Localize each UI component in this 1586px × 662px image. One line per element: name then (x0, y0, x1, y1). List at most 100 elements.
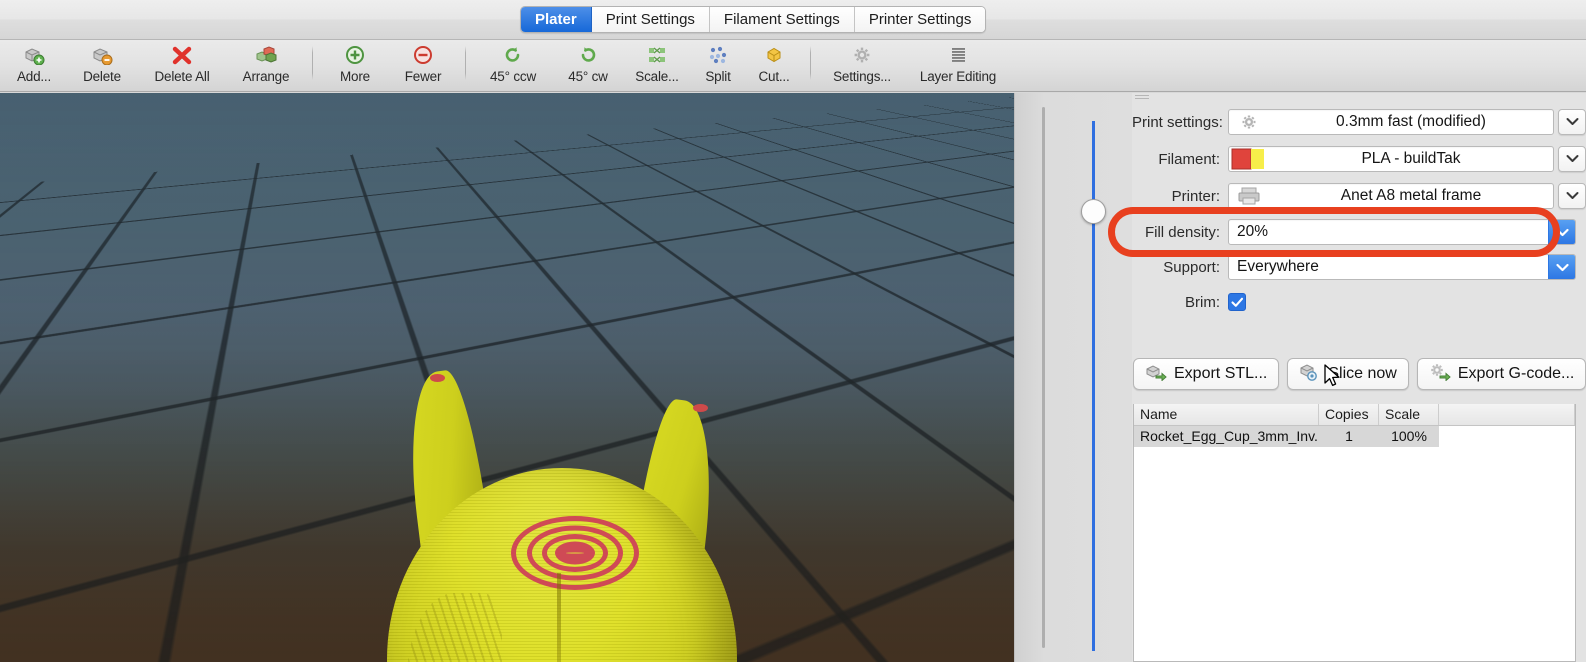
toolbar-button-scale[interactable]: Scale... (624, 40, 690, 90)
model-ear-tip-right (693, 404, 708, 412)
tab-filament-settings-label: Filament Settings (723, 11, 840, 28)
toolbar-button-delete[interactable]: Delete (68, 40, 136, 90)
tab-print-settings-label: Print Settings (605, 11, 695, 28)
print-settings-dropdown-button[interactable] (1558, 109, 1586, 135)
tab-printer-settings-label: Printer Settings (868, 11, 972, 28)
toolbar-button-delete-all[interactable]: Delete All (136, 40, 228, 90)
column-header-copies[interactable]: Copies (1319, 404, 1379, 425)
add-object-icon (23, 44, 45, 66)
slic3r-window: Plater Print Settings Filament Settings … (0, 0, 1586, 662)
gear-icon (851, 44, 873, 66)
column-header-name[interactable]: Name (1134, 404, 1319, 425)
export-gcode-icon (1429, 363, 1451, 386)
toolbar-button-add-label: Add... (16, 69, 52, 84)
export-stl-label: Export STL... (1174, 365, 1268, 382)
support-row: Support: Everywhere (1132, 251, 1586, 283)
toolbar-button-delete-label: Delete (83, 69, 121, 84)
toolbar-button-rotate-ccw-label: 45° ccw (489, 69, 536, 84)
support-dropdown-button[interactable] (1548, 255, 1575, 279)
arrange-icon (255, 44, 277, 66)
table-row[interactable]: Rocket_Egg_Cup_3mm_Inv... 1 100% (1134, 426, 1575, 447)
toolbar-separator-3 (810, 46, 811, 80)
model-object[interactable] (345, 358, 775, 662)
column-header-scale[interactable]: Scale (1379, 404, 1439, 425)
column-header-extra[interactable] (1439, 404, 1575, 425)
filament-label: Filament: (1158, 150, 1220, 168)
tab-plater[interactable]: Plater (521, 7, 592, 32)
toolbar-button-rotate-cw-label: 45° cw (568, 69, 608, 84)
tab-filament-settings[interactable]: Filament Settings (709, 7, 855, 32)
layer-slider-panel[interactable] (1014, 93, 1132, 662)
model-ear-tip-left (430, 374, 445, 382)
toolbar-button-settings[interactable]: Settings... (819, 40, 905, 90)
main-toolbar: Add... Delete Delete All Arrange More Fe… (0, 40, 1586, 92)
print-settings-label: Print settings: (1132, 113, 1223, 131)
toolbar-separator-1 (312, 46, 313, 80)
chevron-down-icon (1566, 150, 1579, 168)
fill-density-label: Fill density: (1144, 223, 1220, 241)
tab-printer-settings[interactable]: Printer Settings (854, 7, 986, 32)
layer-slider-handle[interactable] (1081, 199, 1106, 224)
toolbar-button-rotate-cw[interactable]: 45° cw (552, 40, 624, 90)
fill-density-combo[interactable]: 20% (1228, 219, 1576, 245)
brim-checkbox[interactable] (1228, 293, 1246, 311)
support-combo[interactable]: Everywhere (1228, 254, 1576, 280)
panel-grip-icon[interactable] (1135, 94, 1149, 99)
fill-density-row: Fill density: 20% (1132, 216, 1586, 248)
layers-icon (947, 44, 969, 66)
layer-slider-rail (1042, 107, 1045, 648)
fill-density-dropdown-button[interactable] (1548, 220, 1575, 244)
printer-combo[interactable]: Anet A8 metal frame (1228, 183, 1554, 209)
cell-name: Rocket_Egg_Cup_3mm_Inv... (1140, 428, 1319, 444)
tab-bar: Plater Print Settings Filament Settings … (0, 0, 1586, 40)
rotate-ccw-icon (502, 44, 524, 66)
toolbar-separator-2 (465, 46, 466, 80)
3d-viewport[interactable] (0, 93, 1014, 662)
printer-dropdown-button[interactable] (1558, 183, 1586, 209)
toolbar-button-arrange[interactable]: Arrange (228, 40, 304, 90)
delete-all-icon (171, 44, 193, 66)
chevron-down-icon (1566, 187, 1579, 205)
filament-combo[interactable]: PLA - buildTak (1228, 146, 1554, 172)
toolbar-button-more[interactable]: More (321, 40, 389, 90)
scale-icon (646, 44, 668, 66)
support-label: Support: (1163, 258, 1220, 276)
cell-scale: 100% (1391, 428, 1427, 444)
tab-plater-label: Plater (535, 11, 577, 28)
object-list-header: Name Copies Scale (1134, 404, 1575, 426)
plus-circle-icon (344, 44, 366, 66)
object-list-table[interactable]: Name Copies Scale Rocket_Egg_Cup_3mm_Inv… (1133, 404, 1576, 662)
toolbar-button-split[interactable]: Split (690, 40, 746, 90)
printer-row: Printer: Anet A8 metal frame (1132, 180, 1586, 212)
cut-icon (763, 44, 785, 66)
brim-row: Brim: (1132, 286, 1586, 318)
print-settings-value: 0.3mm fast (modified) (1336, 113, 1486, 130)
action-button-group: Export STL... Slice now Export G-code... (1133, 358, 1586, 390)
panel-splitter[interactable] (1122, 93, 1132, 662)
toolbar-button-more-label: More (340, 69, 370, 84)
export-gcode-label: Export G-code... (1457, 365, 1575, 382)
toolbar-button-arrange-label: Arrange (242, 69, 290, 84)
brim-label: Brim: (1185, 293, 1220, 311)
filament-value: PLA - buildTak (1361, 150, 1461, 167)
main-tabs: Plater Print Settings Filament Settings … (520, 6, 987, 33)
toolbar-button-fewer[interactable]: Fewer (389, 40, 457, 90)
slice-now-button[interactable]: Slice now (1287, 358, 1409, 390)
toolbar-button-cut[interactable]: Cut... (746, 40, 802, 90)
toolbar-button-layer-editing-label: Layer Editing (919, 69, 997, 84)
export-gcode-button[interactable]: Export G-code... (1416, 358, 1586, 390)
minus-circle-icon (412, 44, 434, 66)
slice-icon (1299, 363, 1321, 386)
filament-dropdown-button[interactable] (1558, 146, 1586, 172)
toolbar-button-cut-label: Cut... (758, 69, 790, 84)
toolbar-button-settings-label: Settings... (833, 69, 891, 84)
print-settings-combo[interactable]: 0.3mm fast (modified) (1228, 109, 1554, 135)
toolbar-button-rotate-ccw[interactable]: 45° ccw (474, 40, 552, 90)
mouse-cursor (1324, 364, 1342, 393)
toolbar-button-layer-editing[interactable]: Layer Editing (905, 40, 1011, 90)
support-value: Everywhere (1237, 258, 1319, 275)
toolbar-button-add[interactable]: Add... (0, 40, 68, 90)
export-stl-button[interactable]: Export STL... (1133, 358, 1280, 390)
tab-print-settings[interactable]: Print Settings (591, 7, 710, 32)
chevron-down-icon (1566, 113, 1579, 131)
